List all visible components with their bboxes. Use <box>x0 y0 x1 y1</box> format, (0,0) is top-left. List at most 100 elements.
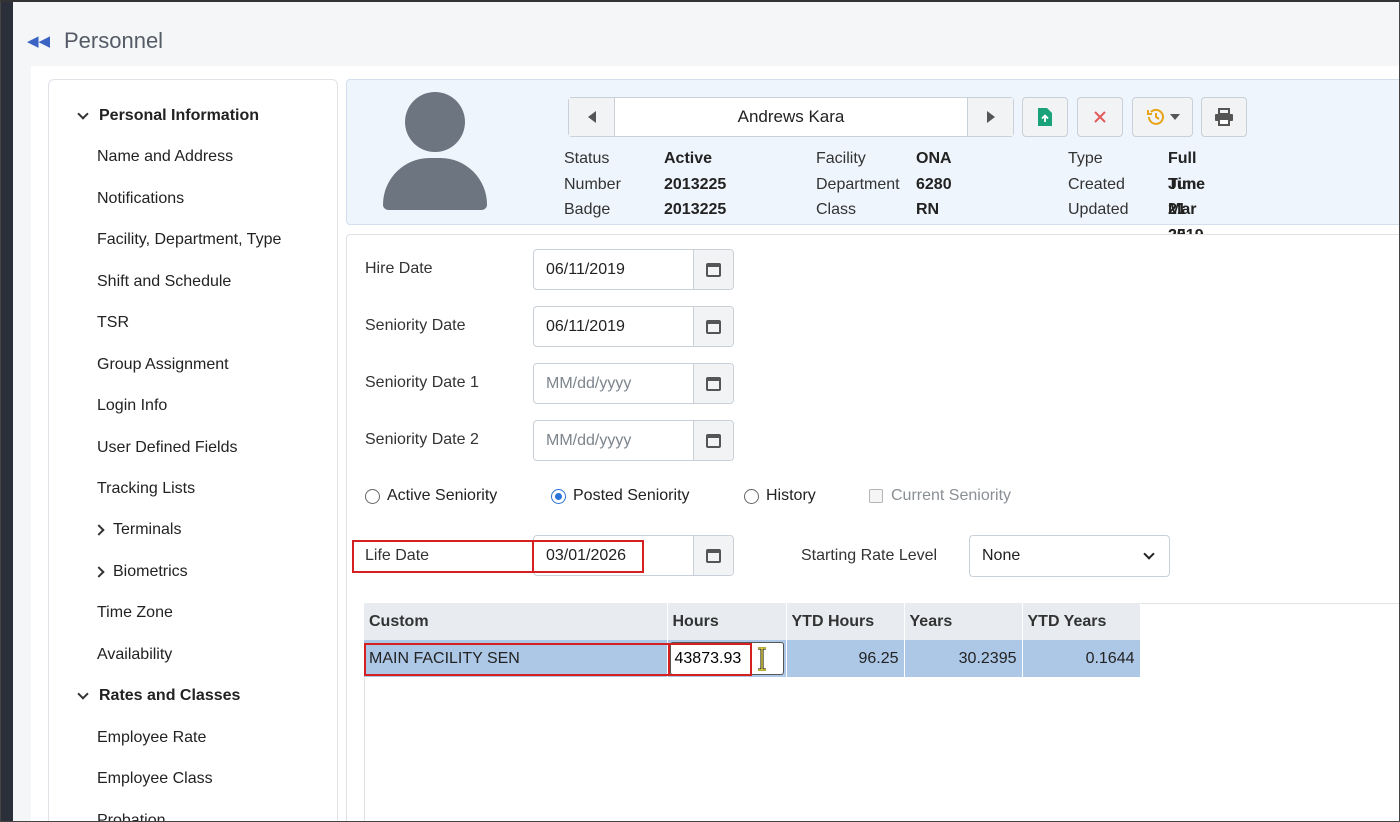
sidebar-section-label: Personal Information <box>99 107 260 124</box>
checkbox <box>869 489 883 503</box>
sidebar-item-biometrics[interactable]: Biometrics <box>93 560 188 584</box>
collapse-left-icon[interactable]: ◀◀ <box>27 34 51 49</box>
info-col-1: Status Active Number 2013225 Badge 2013225 <box>564 146 726 223</box>
next-employee-button[interactable] <box>967 98 1013 136</box>
active-seniority-radio[interactable]: Active Seniority <box>365 487 497 505</box>
radio-label: Active Seniority <box>387 487 498 504</box>
seniority-date-2-calendar-button[interactable] <box>693 421 733 460</box>
table-header-row: Custom Hours YTD Hours Years YTD Years <box>364 603 1141 640</box>
sidebar-item-time-zone[interactable]: Time Zone <box>97 601 173 625</box>
hire-date-label: Hire Date <box>365 260 433 277</box>
sidebar-item-shift-and-schedule[interactable]: Shift and Schedule <box>97 270 231 294</box>
sidebar-section-label: Rates and Classes <box>99 687 241 704</box>
hire-date-calendar-button[interactable] <box>693 250 733 289</box>
left-rail <box>1 2 13 821</box>
delete-button[interactable] <box>1077 97 1123 137</box>
history-dropdown-button[interactable] <box>1132 97 1193 137</box>
seniority-date-1-field[interactable]: MM/dd/yyyy <box>533 363 734 404</box>
number-value: 2013225 <box>664 175 727 193</box>
text-cursor-icon <box>757 647 766 671</box>
select-value: None <box>982 547 1021 564</box>
department-value: 6280 <box>916 175 952 193</box>
cell-ytd-years[interactable]: 0.1644 <box>1022 640 1141 677</box>
starting-rate-level-select[interactable]: None <box>969 535 1170 577</box>
life-date-field[interactable]: 03/01/2026 <box>533 535 734 576</box>
sidebar-item-probation[interactable]: Probation <box>97 809 166 821</box>
seniority-date-input[interactable]: 06/11/2019 <box>534 307 693 346</box>
seniority-date-label: Seniority Date <box>365 317 466 334</box>
delete-x-icon <box>1094 111 1106 123</box>
info-col-3: TypeFull Time CreatedJun 21 2019 Updated… <box>1068 146 1205 269</box>
seniority-date-calendar-button[interactable] <box>693 307 733 346</box>
seniority-date-2-input[interactable]: MM/dd/yyyy <box>534 421 693 460</box>
app-window: ◀◀ Personnel Personal Information Name a… <box>0 0 1400 822</box>
seniority-date-2-field[interactable]: MM/dd/yyyy <box>533 420 734 461</box>
life-date-calendar-button[interactable] <box>693 536 733 575</box>
facility-value: ONA <box>916 150 952 167</box>
sidebar-item-login-info[interactable]: Login Info <box>97 394 167 418</box>
life-date-input[interactable]: 03/01/2026 <box>534 536 693 575</box>
created-label: Created <box>1068 175 1125 193</box>
col-header-years[interactable]: Years <box>904 603 1023 640</box>
sidebar-item-tracking-lists[interactable]: Tracking Lists <box>97 477 195 501</box>
sidebar-item-notifications[interactable]: Notifications <box>97 187 184 211</box>
sidebar-item-availability[interactable]: Availability <box>97 643 172 667</box>
cell-ytd-hours[interactable]: 96.25 <box>786 640 905 677</box>
sidebar-item-label: Biometrics <box>113 563 188 580</box>
print-icon <box>1215 108 1233 126</box>
cell-hours[interactable]: 43873.93 <box>667 640 787 677</box>
avatar <box>383 92 487 210</box>
sidebar-item-facility-department-type[interactable]: Facility, Department, Type <box>97 228 281 252</box>
export-button[interactable] <box>1022 97 1068 137</box>
radio-circle <box>365 488 380 504</box>
radio-circle <box>744 488 759 504</box>
print-button[interactable] <box>1201 97 1247 137</box>
prev-employee-button[interactable] <box>569 98 615 136</box>
status-label: Status <box>564 150 610 167</box>
seniority-date-1-label: Seniority Date 1 <box>365 374 479 391</box>
sidebar-item-employee-class[interactable]: Employee Class <box>97 767 213 791</box>
cell-custom[interactable]: MAIN FACILITY SEN <box>364 640 668 677</box>
chevron-right-icon <box>93 566 105 578</box>
sidebar-item-tsr[interactable]: TSR <box>97 311 129 335</box>
chevron-down-icon <box>1143 548 1155 560</box>
col-header-ytd-years[interactable]: YTD Years <box>1022 603 1141 640</box>
table-row[interactable]: MAIN FACILITY SEN 43873.93 96.25 30.2395… <box>364 640 1141 677</box>
starting-rate-level-label: Starting Rate Level <box>801 547 938 564</box>
hire-date-field[interactable]: 06/11/2019 <box>533 249 734 290</box>
sidebar: Personal Information Name and Address No… <box>48 79 338 821</box>
seniority-date-field[interactable]: 06/11/2019 <box>533 306 734 347</box>
seniority-date-1-calendar-button[interactable] <box>693 364 733 403</box>
cell-years[interactable]: 30.2395 <box>904 640 1023 677</box>
info-col-2: Facility ONA Department 6280 Class RN <box>816 146 952 223</box>
sidebar-item-terminals[interactable]: Terminals <box>93 518 182 542</box>
life-date-label: Life Date <box>365 547 430 564</box>
sidebar-item-group-assignment[interactable]: Group Assignment <box>97 353 229 377</box>
col-header-ytd-hours[interactable]: YTD Hours <box>786 603 905 640</box>
sidebar-item-employee-rate[interactable]: Employee Rate <box>97 726 206 750</box>
employee-navigator: Andrews Kara <box>568 97 1014 137</box>
col-header-custom[interactable]: Custom <box>364 603 668 640</box>
current-seniority-checkbox[interactable]: Current Seniority <box>869 487 1011 505</box>
sidebar-item-user-defined-fields[interactable]: User Defined Fields <box>97 436 238 460</box>
calendar-icon <box>706 548 721 563</box>
sidebar-item-label: Terminals <box>113 521 182 538</box>
status-value: Active <box>664 150 713 167</box>
sidebar-section-rates-and-classes[interactable]: Rates and Classes <box>77 684 241 708</box>
hire-date-input[interactable]: 06/11/2019 <box>534 250 693 289</box>
radio-label: History <box>766 487 816 504</box>
sidebar-section-personal-information[interactable]: Personal Information <box>77 104 260 128</box>
number-label: Number <box>564 175 621 193</box>
posted-seniority-radio[interactable]: Posted Seniority <box>551 487 690 505</box>
badge-label: Badge <box>564 201 611 218</box>
hours-edit-input[interactable]: 43873.93 <box>669 642 784 675</box>
calendar-icon <box>706 376 721 391</box>
col-header-hours[interactable]: Hours <box>667 603 787 640</box>
chevron-right-icon <box>93 524 105 536</box>
seniority-date-1-input[interactable]: MM/dd/yyyy <box>534 364 693 403</box>
sidebar-item-name-and-address[interactable]: Name and Address <box>97 145 233 169</box>
type-label: Type <box>1068 150 1103 167</box>
history-radio[interactable]: History <box>744 487 816 505</box>
badge-value: 2013225 <box>664 201 727 218</box>
class-value: RN <box>916 201 940 218</box>
